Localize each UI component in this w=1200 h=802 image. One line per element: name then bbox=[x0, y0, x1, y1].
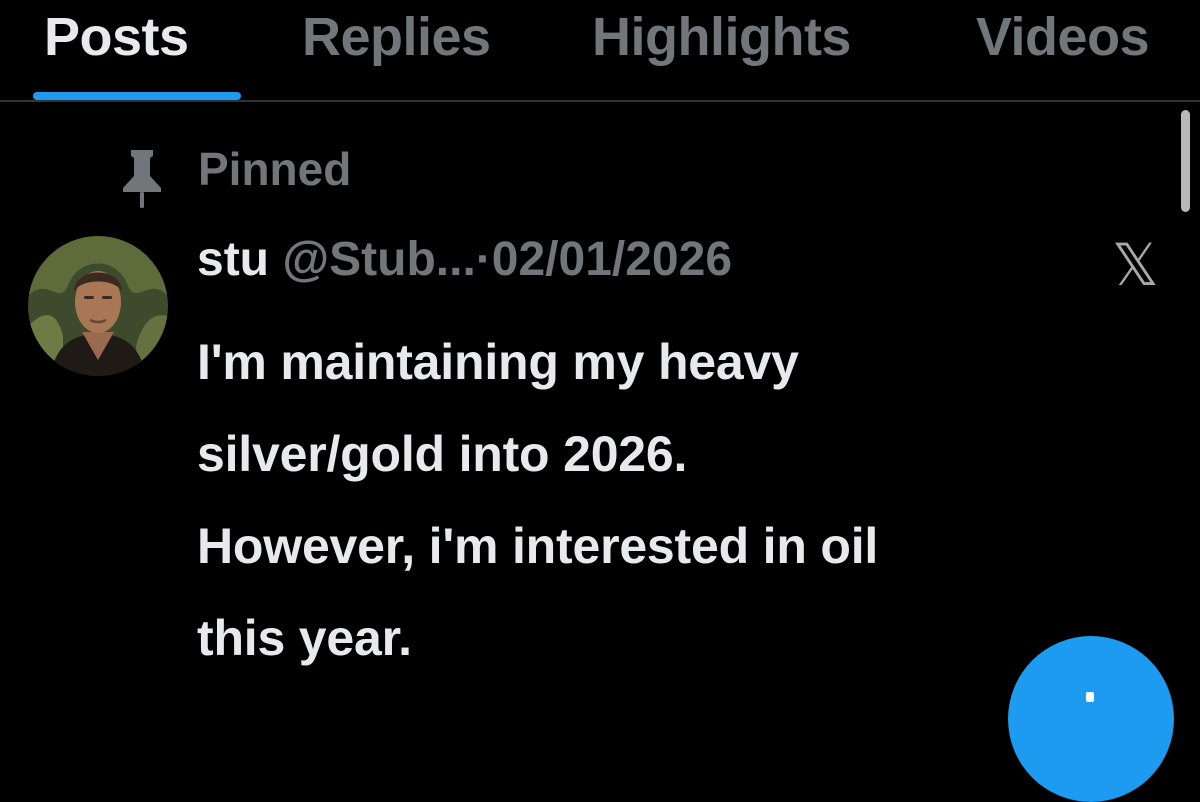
tab-posts[interactable]: Posts bbox=[44, 6, 189, 68]
pin-icon bbox=[123, 150, 161, 208]
post-date[interactable]: 02/01/2026 bbox=[492, 233, 732, 286]
compose-icon bbox=[1086, 692, 1094, 702]
scrollbar-thumb[interactable] bbox=[1181, 110, 1190, 212]
active-tab-indicator bbox=[33, 92, 241, 100]
post-text-line: this year. bbox=[197, 610, 412, 666]
avatar[interactable] bbox=[28, 236, 168, 376]
author-name[interactable]: stu bbox=[197, 233, 269, 286]
tab-replies[interactable]: Replies bbox=[302, 6, 491, 68]
x-logo-icon: 𝕏 bbox=[1112, 231, 1159, 299]
post-text-line: silver/gold into 2026. bbox=[197, 426, 688, 482]
tab-videos[interactable]: Videos bbox=[976, 6, 1150, 68]
avatar-image bbox=[28, 236, 168, 376]
compose-post-button[interactable] bbox=[1008, 636, 1174, 802]
tab-highlights[interactable]: Highlights bbox=[592, 6, 851, 68]
post-header: stu @Stub...·02/01/2026 bbox=[197, 232, 732, 287]
post-text: I'm maintaining my heavy silver/gold int… bbox=[197, 316, 1157, 684]
header-separator: · bbox=[475, 233, 492, 286]
author-handle[interactable]: @Stub... bbox=[282, 233, 475, 286]
post-text-line: I'm maintaining my heavy bbox=[197, 334, 799, 390]
post-text-line: However, i'm interested in oil bbox=[197, 518, 879, 574]
pinned-label: Pinned bbox=[198, 143, 352, 195]
profile-tab-bar: Posts Replies Highlights Videos bbox=[0, 0, 1200, 102]
